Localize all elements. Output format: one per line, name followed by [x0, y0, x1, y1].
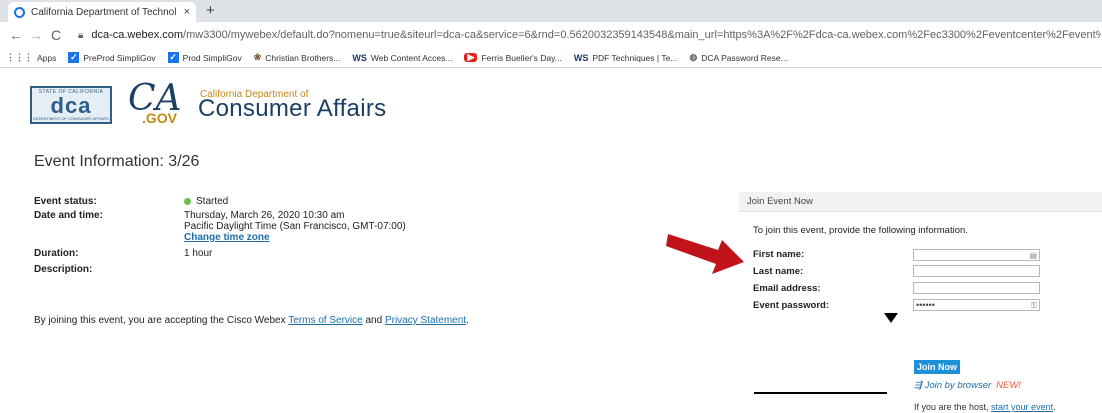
bookmark-label: Ferris Bueller's Day...	[481, 52, 562, 63]
bookmark-web-content[interactable]: WS Web Content Acces...	[352, 53, 452, 63]
terms-of-service-link[interactable]: Terms of Service	[288, 315, 362, 326]
bookmark-label: PreProd SimpliGov	[83, 52, 156, 63]
change-time-zone-link[interactable]: Change time zone	[184, 232, 406, 243]
terms-prefix: By joining this event, you are accepting…	[34, 315, 289, 326]
status-started-icon	[184, 197, 191, 205]
email-input[interactable]	[913, 282, 1040, 294]
bookmark-label: DCA Password Rese...	[701, 52, 788, 63]
tab-close-icon[interactable]: ×	[184, 6, 190, 18]
red-arrow-annotation-icon	[666, 234, 744, 274]
lock-icon[interactable]: 🔒︎	[78, 30, 83, 41]
ws-icon: WS	[352, 52, 367, 63]
event-status-label: Event status:	[34, 196, 97, 207]
browser-join-icon: ⇶	[914, 380, 922, 391]
terms-and: and	[362, 315, 385, 326]
bookmark-dca-password[interactable]: ◍ DCA Password Rese...	[689, 52, 787, 63]
date-time-line1: Thursday, March 26, 2020 10:30 am	[184, 210, 345, 221]
duration-label: Duration:	[34, 248, 79, 259]
first-name-label: First name:	[753, 249, 805, 260]
last-name-label: Last name:	[753, 266, 804, 277]
tab-title: California Department of Technol	[31, 6, 177, 18]
bookmark-ferris-bueller[interactable]: ▶ Ferris Bueller's Day...	[464, 52, 562, 63]
status-badge: Started	[196, 196, 229, 207]
new-badge: NEW!	[996, 380, 1021, 391]
bookmark-label: PDF Techniques | Te...	[592, 52, 678, 63]
terms-notice: By joining this event, you are accepting…	[34, 315, 469, 326]
join-instructions: To join this event, provide the followin…	[753, 225, 968, 236]
last-name-input[interactable]	[913, 265, 1040, 277]
red-arrow-shape	[666, 234, 744, 274]
bookmark-pdf-techniques[interactable]: WS PDF Techniques | Te...	[574, 53, 678, 63]
date-time-line2: Pacific Daylight Time (San Francisco, GM…	[184, 221, 406, 232]
privacy-statement-link[interactable]: Privacy Statement	[385, 315, 466, 326]
start-your-event-link[interactable]: start your event	[991, 402, 1053, 412]
first-name-input[interactable]: ▤	[913, 249, 1040, 261]
bookmark-label: Prod SimpliGov	[182, 52, 242, 63]
dca-logo-text: dca	[50, 93, 92, 118]
dca-logo: STATE OF CALIFORNIA dca DEPARTMENT OF CO…	[30, 86, 112, 124]
black-line-annotation	[754, 392, 887, 394]
webex-favicon-icon	[14, 6, 25, 18]
password-value: ••••••	[916, 300, 935, 310]
seal-icon: ❀	[253, 52, 262, 62]
join-by-browser-link[interactable]: ⇶ Join by browser NEW!	[914, 380, 1021, 391]
host-start-line: If you are the host, start your event.	[914, 402, 1056, 412]
check-icon: ✓	[68, 52, 80, 63]
browser-tab[interactable]: California Department of Technol ×	[8, 2, 196, 22]
bookmark-prod-simpligov[interactable]: ✓ Prod SimpliGov	[167, 52, 242, 63]
bookmark-label: Web Content Acces...	[370, 52, 453, 63]
globe-icon: ◍	[689, 52, 698, 62]
password-input[interactable]: •••••• ⚿	[913, 299, 1040, 311]
youtube-icon: ▶	[464, 52, 478, 62]
check-icon: ✓	[167, 52, 179, 63]
bookmarks-bar: ⋮⋮⋮ Apps ✓ PreProd SimpliGov ✓ Prod Simp…	[0, 48, 1102, 68]
url-path: /mw3300/mywebex/default.do?nomenu=true&s…	[183, 29, 1101, 41]
new-tab-button[interactable]: +	[206, 2, 215, 19]
ws-icon: WS	[573, 52, 589, 63]
date-time-label: Date and time:	[34, 210, 103, 221]
department-title: Consumer Affairs	[198, 95, 387, 122]
reload-icon[interactable]: C	[46, 27, 66, 43]
bookmark-christian-brothers[interactable]: ❀ Christian Brothers...	[254, 52, 341, 63]
browser-tab-bar: California Department of Technol × +	[0, 0, 1102, 22]
url-host: dca-ca.webex.com	[91, 29, 184, 41]
host-suffix: .	[1053, 402, 1056, 412]
apps-icon: ⋮⋮⋮	[6, 52, 33, 62]
forward-arrow-icon[interactable]: →	[26, 27, 46, 43]
description-label: Description:	[34, 264, 93, 275]
join-now-button[interactable]: Join Now	[914, 360, 960, 374]
gov-logo-text: .GOV	[142, 110, 178, 126]
key-icon[interactable]: ⚿	[1031, 301, 1037, 311]
autofill-card-icon[interactable]: ▤	[1029, 251, 1037, 261]
email-label: Email address:	[753, 283, 821, 294]
bookmark-preprod-simpligov[interactable]: ✓ PreProd SimpliGov	[68, 52, 156, 63]
ca-gov-logo: CA .GOV	[126, 80, 196, 130]
event-status-value: Started	[184, 196, 228, 207]
back-arrow-icon[interactable]: ←	[6, 27, 26, 43]
page-title: Event Information: 3/26	[34, 153, 200, 170]
dca-logo-bottom-text: DEPARTMENT OF CONSUMER AFFAIRS	[33, 116, 109, 121]
date-time-value: Thursday, March 26, 2020 10:30 am Pacifi…	[184, 210, 406, 243]
password-label: Event password:	[753, 300, 830, 311]
host-prefix: If you are the host,	[914, 402, 992, 412]
join-by-browser-label: Join by browser	[924, 380, 992, 391]
duration-value: 1 hour	[184, 248, 213, 259]
url-input[interactable]: dca-ca.webex.com/mw3300/mywebex/default.…	[91, 29, 1101, 41]
address-bar: ← → C 🔒︎ dca-ca.webex.com/mw3300/mywebex…	[0, 22, 1102, 48]
black-triangle-annotation-icon	[884, 313, 898, 323]
terms-suffix: .	[466, 315, 469, 326]
join-panel-header: Join Event Now	[739, 192, 1102, 212]
bookmark-label: Apps	[37, 52, 57, 63]
bookmark-apps[interactable]: ⋮⋮⋮ Apps	[6, 52, 56, 63]
bookmark-label: Christian Brothers...	[265, 52, 341, 63]
